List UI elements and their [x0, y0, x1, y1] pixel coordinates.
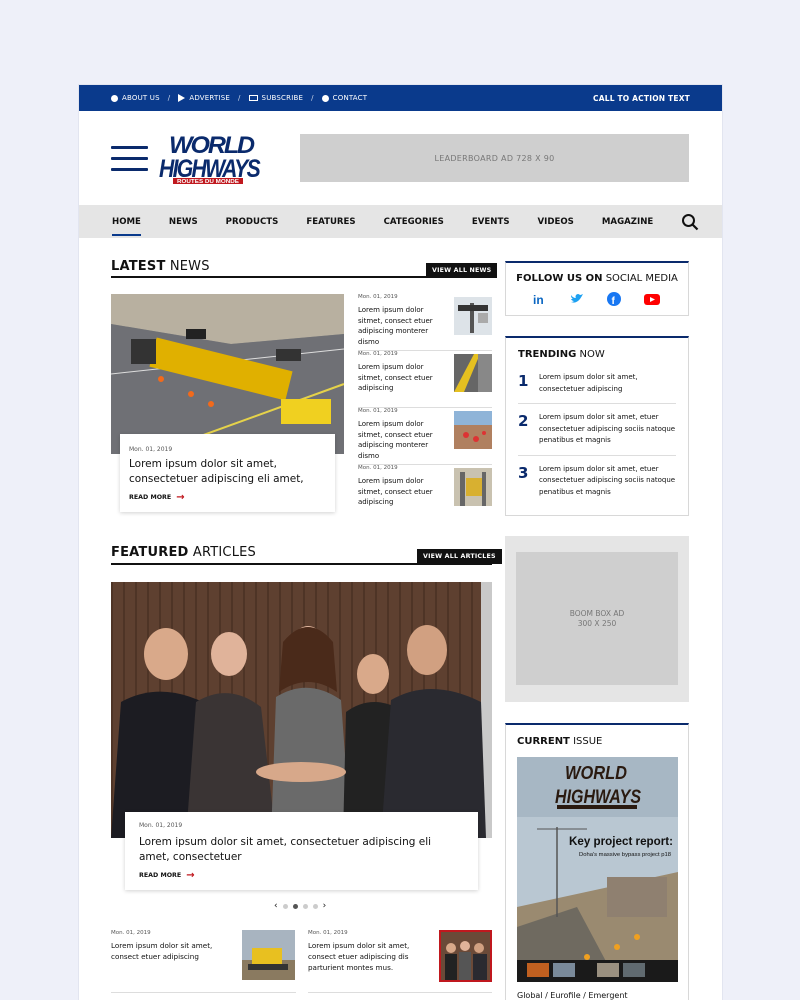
article-title[interactable]: Lorem ipsum dolor sit amet, consectetuer…	[129, 457, 329, 487]
separator: /	[167, 94, 171, 102]
article-title[interactable]: Lorem ipsum dolor sit amet, consectetuer…	[139, 835, 459, 865]
list-item[interactable]: Mon. 01, 2019 Lorem ipsum dolor sitmet, …	[358, 351, 492, 408]
carousel-dot[interactable]	[312, 903, 318, 909]
info-icon	[111, 94, 118, 102]
call-to-action-link[interactable]: CALL TO ACTION TEXT	[593, 94, 690, 103]
current-issue-box: CURRENT ISSUE WORLD HIGHWAYS Key project…	[505, 723, 689, 1000]
trending-box: TRENDING NOW 1 Lorem ipsum dolor sit ame…	[505, 336, 689, 516]
trending-heading: TRENDING NOW	[518, 349, 605, 360]
carousel-dot[interactable]	[302, 903, 308, 909]
carousel-dot[interactable]	[282, 903, 288, 909]
user-icon	[321, 94, 329, 102]
arrow-right-icon: →	[176, 492, 185, 503]
list-item[interactable]: Mon. 01, 2019 Lorem ipsum dolor sitmet, …	[358, 408, 492, 465]
latest-news-list: Mon. 01, 2019 Lorem ipsum dolor sitmet, …	[358, 294, 492, 521]
social-icons: in f	[506, 292, 688, 306]
news-thumbnail[interactable]	[454, 468, 492, 506]
divider	[308, 992, 492, 993]
divider	[111, 992, 296, 993]
trending-item[interactable]: 3 Lorem ipsum dolor sit amet, etuer cons…	[518, 456, 676, 507]
carousel-controls: ‹ ›	[274, 901, 326, 911]
site-logo[interactable]: WORLD HIGHWAYS ROUTES DU MONDE	[159, 127, 263, 187]
leaderboard-ad[interactable]: LEADERBOARD AD 728 X 90	[300, 134, 689, 182]
news-thumbnail[interactable]	[454, 297, 492, 335]
latest-news-image[interactable]	[110, 294, 345, 455]
nav-item-events[interactable]: EVENTS	[472, 217, 510, 227]
youtube-icon[interactable]	[644, 292, 660, 306]
book-icon	[248, 95, 258, 101]
top-links: ABOUT US / ADVERTISE / SUBSCRIBE / CONTA…	[111, 94, 367, 102]
read-more-link[interactable]: READ MORE →	[129, 492, 185, 503]
menu-icon[interactable]	[111, 146, 148, 171]
trending-item[interactable]: 1 Lorem ipsum dolor sit amet, consectetu…	[518, 364, 676, 404]
current-issue-heading: CURRENT ISSUE	[517, 736, 603, 747]
svg-text:HIGHWAYS: HIGHWAYS	[555, 787, 641, 808]
latest-news-card[interactable]: Mon. 01, 2019 Lorem ipsum dolor sit amet…	[120, 434, 335, 512]
separator: /	[311, 94, 314, 102]
edition-links[interactable]: Global / Eurofile / Emergent	[517, 991, 628, 1000]
about-us-link[interactable]: ABOUT US	[111, 94, 160, 102]
featured-article-card[interactable]: Mon. 01, 2019 Lorem ipsum dolor sit amet…	[125, 812, 478, 890]
social-media-box: FOLLOW US ON SOCIAL MEDIA in f	[505, 261, 689, 316]
nav-item-home[interactable]: HOME	[112, 217, 141, 236]
list-item[interactable]: Mon. 01, 2019 Lorem ipsum dolor sit amet…	[111, 930, 223, 962]
boom-box-ad[interactable]: BOOM BOX AD 300 X 250	[505, 536, 689, 702]
nav-item-news[interactable]: NEWS	[169, 217, 198, 227]
featured-articles-heading: FEATURED ARTICLES	[111, 545, 257, 560]
read-more-link[interactable]: READ MORE →	[139, 870, 195, 881]
list-item[interactable]: Mon. 01, 2019 Lorem ipsum dolor sit amet…	[308, 930, 433, 973]
list-item[interactable]: Mon. 01, 2019 Lorem ipsum dolor sitmet, …	[358, 465, 492, 521]
trending-item[interactable]: 2 Lorem ipsum dolor sit amet, etuer cons…	[518, 404, 676, 456]
subscribe-link[interactable]: SUBSCRIBE	[248, 94, 304, 102]
nav-item-features[interactable]: FEATURES	[306, 217, 355, 227]
advertise-link[interactable]: ADVERTISE	[178, 94, 230, 102]
search-icon[interactable]	[681, 213, 699, 231]
featured-article-image[interactable]	[111, 582, 492, 838]
contact-link[interactable]: CONTACT	[321, 94, 368, 102]
site-header: WORLD HIGHWAYS ROUTES DU MONDE LEADERBOA…	[79, 111, 722, 205]
news-thumbnail[interactable]	[454, 411, 492, 449]
ad-placeholder[interactable]: BOOM BOX AD 300 X 250	[516, 552, 678, 685]
megaphone-icon	[178, 94, 186, 102]
chevron-left-icon[interactable]: ‹	[274, 901, 278, 911]
news-thumbnail[interactable]	[242, 930, 295, 980]
view-all-news-button[interactable]: VIEW ALL NEWS	[426, 263, 498, 278]
news-thumbnail[interactable]	[439, 930, 492, 982]
top-bar: ABOUT US / ADVERTISE / SUBSCRIBE / CONTA…	[79, 85, 722, 111]
svg-text:in: in	[533, 293, 544, 306]
view-all-articles-button[interactable]: VIEW ALL ARTICLES	[417, 549, 502, 564]
magazine-cover[interactable]: WORLD HIGHWAYS Key project report: Doha'…	[517, 757, 678, 982]
chevron-right-icon[interactable]: ›	[323, 901, 327, 911]
carousel-dot[interactable]	[292, 903, 298, 909]
twitter-icon[interactable]	[570, 292, 584, 306]
svg-text:Key project report:: Key project report:	[569, 834, 673, 848]
nav-item-videos[interactable]: VIDEOS	[538, 217, 574, 227]
arrow-right-icon: →	[186, 870, 195, 881]
article-date: Mon. 01, 2019	[139, 822, 183, 829]
svg-text:ROUTES DU MONDE: ROUTES DU MONDE	[177, 179, 240, 185]
social-heading: FOLLOW US ON SOCIAL MEDIA	[516, 273, 678, 284]
trending-list: 1 Lorem ipsum dolor sit amet, consectetu…	[518, 364, 676, 506]
svg-text:WORLD: WORLD	[565, 763, 627, 783]
nav-item-products[interactable]: PRODUCTS	[226, 217, 279, 227]
svg-text:Doha's massive bypass project: Doha's massive bypass project p18	[579, 852, 671, 858]
article-date: Mon. 01, 2019	[129, 446, 173, 453]
list-item[interactable]: Mon. 01, 2019 Lorem ipsum dolor sitmet, …	[358, 294, 492, 351]
page: ABOUT US / ADVERTISE / SUBSCRIBE / CONTA…	[79, 85, 722, 1000]
facebook-icon[interactable]: f	[607, 292, 621, 306]
main-nav: HOME NEWS PRODUCTS FEATURES CATEGORIES E…	[79, 205, 722, 238]
separator: /	[237, 94, 241, 102]
linkedin-icon[interactable]: in	[533, 292, 547, 306]
nav-item-categories[interactable]: CATEGORIES	[384, 217, 444, 227]
news-thumbnail[interactable]	[454, 354, 492, 392]
nav-item-magazine[interactable]: MAGAZINE	[602, 217, 653, 227]
latest-news-heading: LATEST NEWS	[111, 259, 210, 274]
